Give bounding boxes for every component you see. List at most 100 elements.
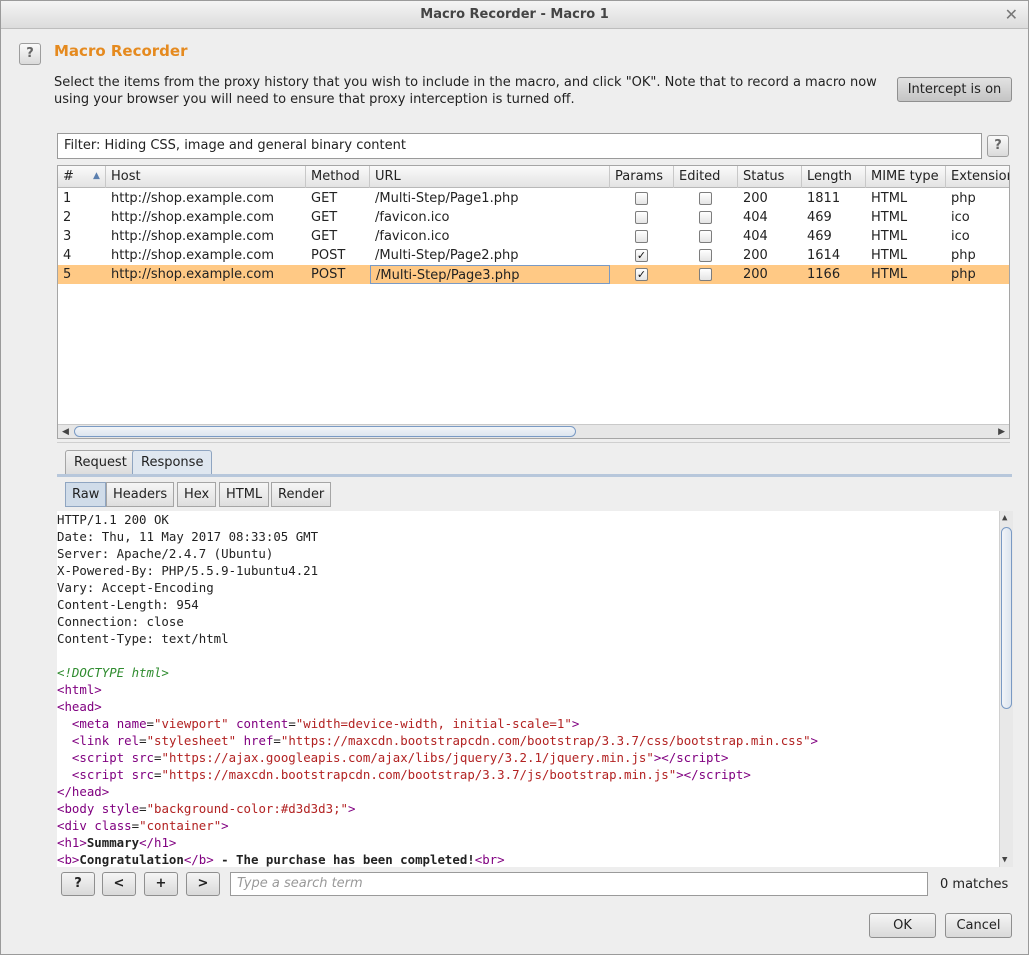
cell-num: 1 [63, 191, 72, 206]
cell-url: /Multi-Step/Page1.php [375, 191, 519, 206]
b-text: Congratulation [79, 852, 184, 867]
params-checkbox[interactable]: ✓ [635, 268, 648, 281]
ok-button[interactable]: OK [869, 913, 936, 938]
params-checkbox[interactable] [635, 211, 648, 224]
response-header-line: Server: Apache/2.4.7 (Ubuntu) [57, 546, 274, 561]
edited-checkbox[interactable] [699, 230, 712, 243]
edited-checkbox[interactable] [699, 211, 712, 224]
cell-status: 404 [743, 229, 768, 244]
cell-ext: ico [951, 229, 970, 244]
viewport-value: width=device-width, initial-scale=1 [303, 716, 565, 731]
subtab-raw[interactable]: Raw [65, 482, 107, 507]
subtab-hex[interactable]: Hex [177, 482, 217, 507]
doctype-line: <!DOCTYPE html> [57, 665, 169, 680]
search-help-button[interactable]: ? [61, 872, 95, 896]
column-header-method[interactable]: Method [306, 166, 370, 188]
scroll-down-icon[interactable]: ▼ [1002, 853, 1007, 867]
cell-method: GET [311, 210, 338, 225]
column-header-number[interactable]: # ▲ [58, 166, 106, 188]
cell-host: http://shop.example.com [111, 267, 275, 282]
subtab-html[interactable]: HTML [219, 482, 270, 507]
search-previous-button[interactable]: < [102, 872, 136, 896]
subtab-render[interactable]: Render [271, 482, 332, 507]
bootstrap-js-url: https://maxcdn.bootstrapcdn.com/bootstra… [168, 767, 669, 782]
search-add-button[interactable]: + [144, 872, 178, 896]
table-row[interactable]: 3 http://shop.example.com GET/favicon.ico 4… [58, 227, 1009, 246]
edited-checkbox[interactable] [699, 268, 712, 281]
response-viewer[interactable]: HTTP/1.1 200 OK Date: Thu, 11 May 2017 08… [57, 511, 1013, 867]
search-next-button[interactable]: > [186, 872, 220, 896]
cancel-button[interactable]: Cancel [945, 913, 1012, 938]
sort-ascending-icon: ▲ [93, 171, 100, 181]
cell-status: 404 [743, 210, 768, 225]
scroll-up-icon[interactable]: ▲ [1002, 511, 1007, 525]
scroll-right-icon[interactable]: ▶ [998, 425, 1005, 438]
purchase-text: - The purchase has been completed! [213, 852, 475, 867]
cell-length: 469 [807, 229, 832, 244]
subtab-headers[interactable]: Headers [106, 482, 175, 507]
cell-mime: HTML [871, 267, 908, 282]
h1-text: Summary [86, 835, 140, 850]
match-count: 0 matches [940, 877, 1009, 892]
response-header-line: Connection: close [57, 614, 184, 629]
tab-response[interactable]: Response [132, 450, 213, 475]
cell-mime: HTML [871, 248, 908, 263]
body-style-value: background-color:#d3d3d3; [154, 801, 341, 816]
params-checkbox[interactable] [635, 192, 648, 205]
jquery-js-url: https://ajax.googleapis.com/ajax/libs/jq… [168, 750, 647, 765]
column-header-params[interactable]: Params [610, 166, 674, 188]
cell-length: 1811 [807, 191, 841, 206]
vertical-scroll-thumb[interactable] [1001, 527, 1012, 709]
cell-host: http://shop.example.com [111, 210, 275, 225]
cell-host: http://shop.example.com [111, 229, 275, 244]
div-class-value: container [146, 818, 214, 833]
search-input[interactable]: Type a search term [230, 872, 928, 896]
cell-url: /Multi-Step/Page2.php [375, 248, 519, 263]
cell-status: 200 [743, 267, 768, 282]
cell-host: http://shop.example.com [111, 248, 275, 263]
scroll-left-icon[interactable]: ◀ [62, 425, 69, 438]
column-header-status[interactable]: Status [738, 166, 802, 188]
cell-url: /Multi-Step/Page3.php [370, 265, 610, 284]
cell-num: 5 [63, 267, 72, 282]
column-header-url[interactable]: URL [370, 166, 610, 188]
table-header: # ▲ Host Method URL Params Edited Status … [58, 166, 1009, 188]
cell-url: /favicon.ico [375, 229, 450, 244]
response-header-line: Date: Thu, 11 May 2017 08:33:05 GMT [57, 529, 319, 544]
filter-bar[interactable]: Filter: Hiding CSS, image and general bi… [57, 133, 982, 159]
cell-ext: php [951, 191, 976, 206]
pane-splitter[interactable] [57, 442, 1010, 445]
column-header-length[interactable]: Length [802, 166, 866, 188]
response-header-line: X-Powered-By: PHP/5.5.9-1ubuntu4.21 [57, 563, 319, 578]
cell-status: 200 [743, 248, 768, 263]
params-checkbox[interactable] [635, 230, 648, 243]
column-header-host[interactable]: Host [106, 166, 306, 188]
table-row[interactable]: 5 http://shop.example.com POST/Multi-Step/… [58, 265, 1009, 284]
help-button[interactable]: ? [19, 43, 41, 65]
cell-num: 4 [63, 248, 72, 263]
column-header-edited[interactable]: Edited [674, 166, 738, 188]
vertical-scrollbar[interactable]: ▲ ▼ [999, 511, 1013, 867]
cell-method: GET [311, 229, 338, 244]
close-icon[interactable]: ✕ [1005, 1, 1018, 29]
response-header-line: Content-Type: text/html [57, 631, 229, 646]
horizontal-scroll-thumb[interactable] [74, 426, 576, 437]
column-header-mime-type[interactable]: MIME type [866, 166, 946, 188]
intercept-toggle-button[interactable]: Intercept is on [897, 77, 1012, 102]
dialog-heading: Macro Recorder [54, 42, 188, 60]
table-row[interactable]: 1 http://shop.example.com GET/Multi-Step/P… [58, 189, 1009, 208]
tab-request[interactable]: Request [65, 450, 136, 475]
cell-ext: php [951, 267, 976, 282]
column-header-extension[interactable]: Extension [946, 166, 1009, 188]
filter-help-button[interactable]: ? [987, 135, 1009, 157]
edited-checkbox[interactable] [699, 192, 712, 205]
table-row[interactable]: 2 http://shop.example.com GET/favicon.ico 4… [58, 208, 1009, 227]
horizontal-scrollbar[interactable]: ◀ ▶ [58, 424, 1009, 438]
edited-checkbox[interactable] [699, 249, 712, 262]
description-text: Select the items from the proxy history … [54, 75, 877, 107]
cell-mime: HTML [871, 210, 908, 225]
cell-mime: HTML [871, 191, 908, 206]
table-row[interactable]: 4 http://shop.example.com POST/Multi-Step/… [58, 246, 1009, 265]
params-checkbox[interactable]: ✓ [635, 249, 648, 262]
cell-length: 1166 [807, 267, 841, 282]
